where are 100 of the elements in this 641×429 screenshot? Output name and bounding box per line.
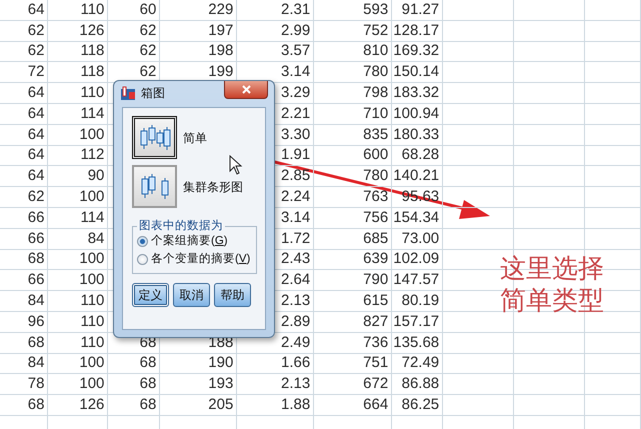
mouse-pointer-icon [229, 155, 243, 175]
table-cell: 229 [160, 0, 237, 20]
table-cell: 780 [314, 62, 392, 83]
table-cell: 112 [48, 145, 108, 166]
table-cell: 72.49 [392, 353, 443, 374]
table-cell: 64 [0, 103, 48, 124]
table-cell: 2.13 [236, 374, 314, 395]
table-cell: 100.94 [392, 103, 443, 124]
table-cell: 1.66 [236, 353, 314, 374]
dialog-button[interactable]: 定义 [132, 283, 169, 307]
table-cell: 62 [0, 20, 48, 42]
table-cell: 68 [108, 374, 160, 395]
table-cell: 790 [314, 270, 392, 291]
table-cell: 100 [48, 124, 108, 146]
table-cell: 62 [0, 186, 48, 208]
table-cell: 64 [0, 124, 48, 146]
table-cell: 664 [314, 394, 392, 416]
table-cell: 73.00 [392, 228, 443, 250]
table-cell: 154.34 [392, 207, 443, 228]
table-cell: 84 [0, 290, 48, 312]
chart-icon [120, 86, 137, 100]
table-cell: 835 [314, 124, 392, 146]
table-cell: 639 [314, 249, 392, 270]
table-cell: 86.25 [392, 394, 443, 416]
annotation-text: 这里选择 [500, 252, 604, 284]
table-cell: 84 [0, 353, 48, 374]
table-cell: 180.33 [392, 124, 443, 146]
table-cell: 190 [160, 353, 237, 374]
table-cell: 710 [314, 103, 392, 124]
table-cell: 183.32 [392, 82, 443, 104]
table-cell: 110 [48, 290, 108, 312]
table-cell: 100 [48, 270, 108, 291]
table-cell: 593 [314, 0, 392, 20]
table-cell: 197 [160, 20, 237, 42]
table-cell: 3.57 [236, 41, 314, 62]
table-cell: 810 [314, 41, 392, 62]
chart-type-button[interactable] [132, 116, 177, 159]
dialog-button[interactable]: 取消 [173, 283, 210, 307]
table-cell: 114 [48, 207, 108, 228]
table-cell: 64 [0, 166, 48, 187]
table-cell: 62 [108, 41, 160, 62]
table-cell: 68 [0, 394, 48, 416]
table-cell: 72 [0, 62, 48, 83]
table-cell: 68 [108, 353, 160, 374]
table-cell: 96 [0, 311, 48, 332]
dialog-button[interactable]: 帮助 [214, 283, 251, 307]
table-cell: 169.32 [392, 41, 443, 62]
table-cell: 64 [0, 145, 48, 166]
table-cell: 62 [0, 41, 48, 62]
table-cell: 126 [48, 394, 108, 416]
table-cell: 90 [48, 166, 108, 187]
table-cell: 763 [314, 186, 392, 208]
table-cell: 135.68 [392, 332, 443, 354]
table-cell: 1.88 [236, 394, 314, 416]
group-title: 图表中的数据为 [137, 218, 225, 234]
close-button[interactable] [224, 81, 268, 99]
table-cell: 780 [314, 166, 392, 187]
table-cell: 80.19 [392, 290, 443, 312]
table-cell: 100 [48, 186, 108, 208]
table-cell: 68 [108, 394, 160, 416]
table-cell: 752 [314, 20, 392, 42]
table-cell: 128.17 [392, 20, 443, 42]
table-cell: 150.14 [392, 62, 443, 83]
table-cell: 68.28 [392, 145, 443, 166]
boxplot-icon [138, 124, 172, 150]
table-cell: 62 [108, 20, 160, 42]
table-cell: 102.09 [392, 249, 443, 270]
table-cell: 147.57 [392, 270, 443, 291]
dialog-title: 箱图 [141, 85, 165, 102]
table-cell: 86.88 [392, 374, 443, 395]
table-cell: 84 [48, 228, 108, 250]
table-cell: 66 [0, 207, 48, 228]
table-cell: 118 [48, 62, 108, 83]
table-cell: 827 [314, 311, 392, 332]
table-cell: 110 [48, 0, 108, 20]
table-cell: 118 [48, 41, 108, 62]
table-cell: 114 [48, 103, 108, 124]
table-cell: 91.27 [392, 0, 443, 20]
table-cell: 685 [314, 228, 392, 250]
table-cell: 100 [48, 353, 108, 374]
table-cell: 140.21 [392, 166, 443, 187]
close-icon [242, 85, 250, 94]
table-cell: 100 [48, 374, 108, 395]
table-cell: 798 [314, 82, 392, 104]
table-cell: 615 [314, 290, 392, 312]
table-cell: 60 [108, 0, 160, 20]
table-cell: 78 [0, 374, 48, 395]
table-cell: 66 [0, 228, 48, 250]
table-cell: 205 [160, 394, 237, 416]
table-cell: 68 [0, 332, 48, 354]
table-cell: 600 [314, 145, 392, 166]
table-cell: 66 [0, 270, 48, 291]
table-cell: 198 [160, 41, 237, 62]
table-cell: 751 [314, 353, 392, 374]
table-cell: 110 [48, 82, 108, 104]
table-cell: 2.99 [236, 20, 314, 42]
table-cell: 126 [48, 20, 108, 42]
option-label: 简单 [183, 130, 207, 146]
table-cell: 64 [0, 82, 48, 104]
table-cell: 100 [48, 249, 108, 270]
